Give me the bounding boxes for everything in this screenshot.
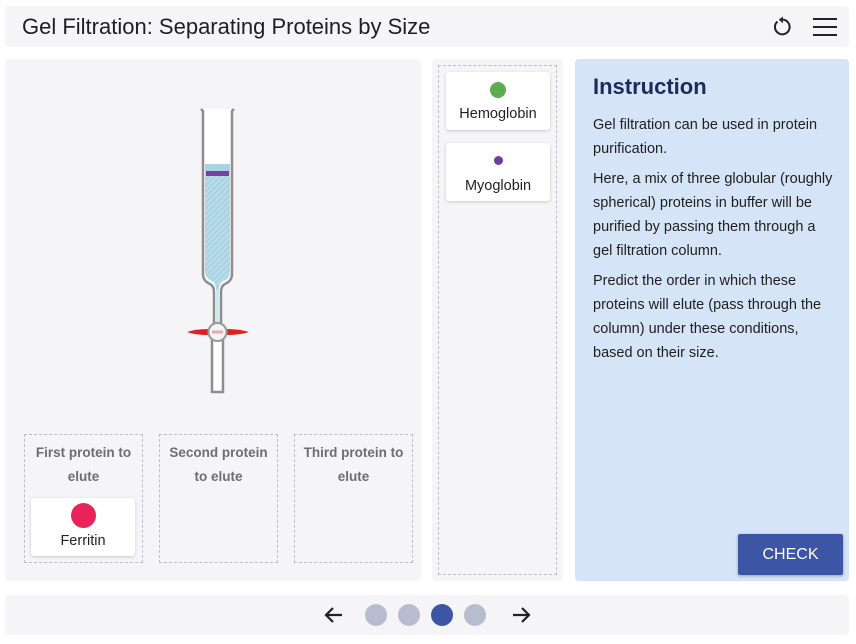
check-button[interactable]: CHECK	[738, 534, 843, 575]
protein-label: Ferritin	[60, 533, 106, 549]
drop-zone-label: Third protein to elute	[303, 445, 404, 484]
protein-bank-drop-zone[interactable]: Hemoglobin Myoglobin	[438, 65, 557, 575]
protein-band	[206, 171, 229, 176]
instruction-paragraph: Here, a mix of three globular (roughly s…	[593, 171, 833, 259]
drop-zone-second[interactable]: Second protein to elute	[159, 434, 278, 563]
instruction-text: Gel filtration can be used in protein pu…	[593, 113, 833, 371]
drop-zone-third[interactable]: Third protein to elute	[294, 434, 413, 563]
arrow-right-icon[interactable]	[509, 603, 533, 627]
page-title: Gel Filtration: Separating Proteins by S…	[22, 14, 431, 39]
instruction-paragraph: Gel filtration can be used in protein pu…	[593, 117, 818, 157]
protein-card-hemoglobin[interactable]: Hemoglobin	[446, 72, 550, 130]
protein-label: Hemoglobin	[459, 106, 537, 122]
drop-zone-label: First protein to elute	[35, 445, 132, 484]
instruction-paragraph: Predict the order in which these protein…	[593, 273, 822, 361]
experiment-panel: First protein to elute Second protein to…	[5, 59, 421, 581]
gel-filtration-column	[187, 108, 249, 394]
gel-bed	[205, 164, 230, 290]
page-dot-1[interactable]	[365, 604, 387, 626]
instruction-panel: Instruction Gel filtration can be used i…	[575, 59, 849, 581]
protein-label: Myoglobin	[464, 178, 532, 194]
buffer-layer	[205, 164, 230, 171]
page-dot-2[interactable]	[398, 604, 420, 626]
hemoglobin-dot-icon	[490, 82, 506, 98]
protein-card-myoglobin[interactable]: Myoglobin	[446, 143, 550, 201]
instruction-title: Instruction	[593, 74, 707, 99]
drop-zone-label: Second protein to elute	[169, 445, 268, 484]
arrow-left-icon[interactable]	[322, 603, 346, 627]
reset-icon[interactable]	[771, 16, 793, 38]
protein-card-ferritin[interactable]: Ferritin	[31, 498, 135, 556]
hamburger-menu-icon[interactable]	[812, 16, 838, 38]
protein-bank-panel: Hemoglobin Myoglobin	[432, 59, 563, 581]
header-bar: Gel Filtration: Separating Proteins by S…	[5, 6, 849, 47]
myoglobin-dot-icon	[493, 156, 503, 165]
pagination-bar	[5, 595, 849, 635]
page-dot-4[interactable]	[464, 604, 486, 626]
page-dot-3[interactable]	[431, 604, 453, 626]
ferritin-dot-icon	[70, 503, 96, 528]
